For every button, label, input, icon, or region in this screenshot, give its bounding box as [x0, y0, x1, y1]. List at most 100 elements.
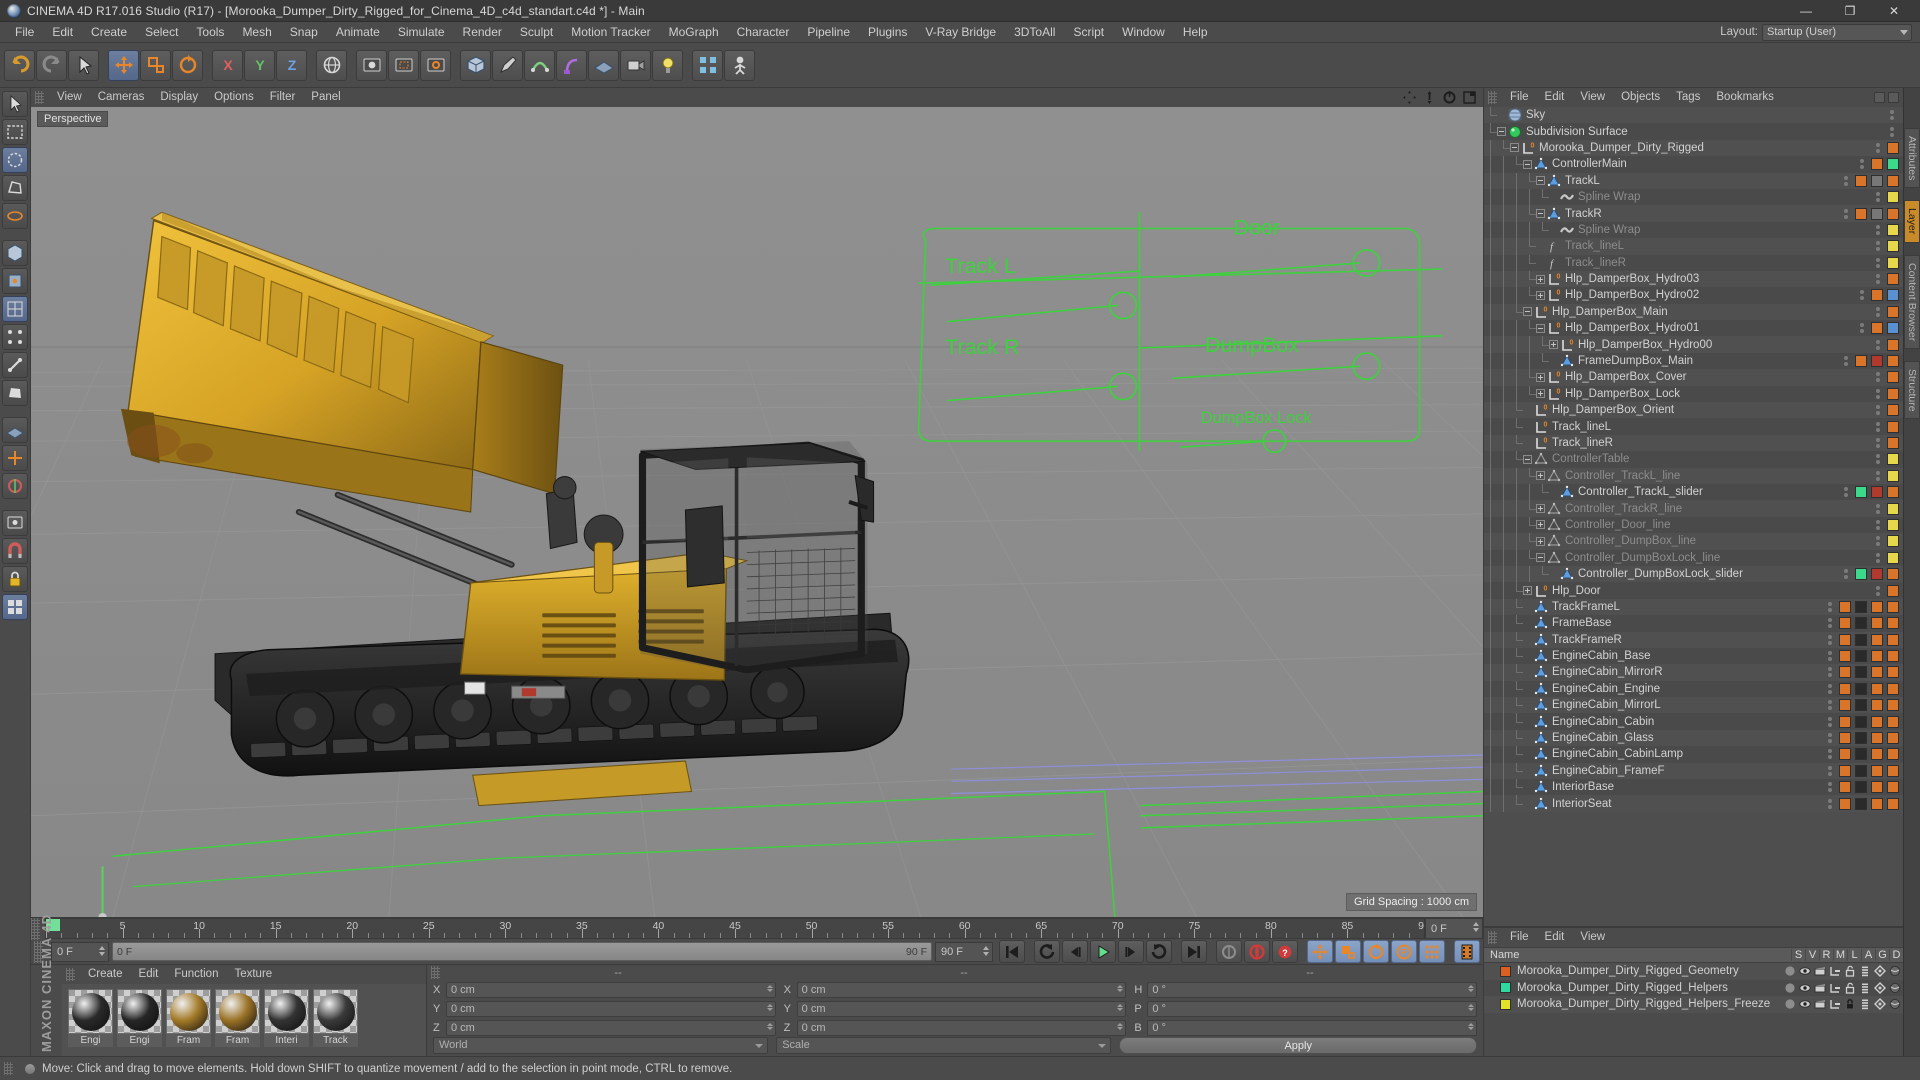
- layer-color-swatch[interactable]: [1500, 965, 1511, 977]
- record-active-button[interactable]: ?: [1272, 940, 1298, 963]
- tool-model-mode[interactable]: [2, 240, 28, 266]
- visibility-dots-icon[interactable]: [1828, 683, 1832, 694]
- collapse-icon[interactable]: [1523, 307, 1532, 317]
- object-row[interactable]: Controller_TrackL_slider: [1484, 483, 1903, 501]
- key-param-button[interactable]: P: [1391, 940, 1417, 963]
- object-row[interactable]: 0 Morooka_Dumper_Dirty_Rigged: [1484, 139, 1903, 157]
- object-row[interactable]: EngineCabin_Cabin: [1484, 713, 1903, 730]
- object-tag-icon[interactable]: [1855, 568, 1867, 581]
- y-axis-lock-button[interactable]: Y: [244, 49, 275, 81]
- object-tag-icon[interactable]: [1855, 600, 1867, 613]
- side-tab-structure[interactable]: Structure: [1904, 360, 1920, 420]
- visibility-dots-icon[interactable]: [1890, 126, 1894, 137]
- coord-system-dropdown[interactable]: World: [433, 1037, 769, 1054]
- deformer-icon[interactable]: [1889, 998, 1901, 1010]
- object-tag-icon[interactable]: [1887, 535, 1899, 548]
- spinner-icon[interactable]: [766, 984, 773, 992]
- material-preview[interactable]: [117, 989, 162, 1034]
- object-row[interactable]: Controller_TrackR_line: [1484, 500, 1903, 517]
- layer-row[interactable]: Morooka_Dumper_Dirty_Rigged_Helpers_Free…: [1484, 996, 1903, 1013]
- render-clapper-icon[interactable]: [1814, 998, 1826, 1010]
- object-row[interactable]: ControllerTable: [1484, 451, 1903, 468]
- viewport-menu-filter[interactable]: Filter: [262, 88, 304, 107]
- next-frame-button[interactable]: [1118, 940, 1144, 963]
- material-menu-edit[interactable]: Edit: [131, 965, 167, 984]
- layer-color-swatch[interactable]: [1500, 998, 1511, 1010]
- collapse-icon[interactable]: [1536, 553, 1545, 563]
- viewport-menu-display[interactable]: Display: [152, 88, 206, 107]
- visibility-dots-icon[interactable]: [1860, 323, 1864, 334]
- light-button[interactable]: [652, 49, 683, 81]
- layer-grip-icon[interactable]: [1488, 931, 1497, 944]
- menu-item-help[interactable]: Help: [1174, 22, 1217, 43]
- expand-icon[interactable]: [1536, 471, 1545, 481]
- object-name[interactable]: Hlp_DamperBox_Hydro02: [1565, 289, 1699, 301]
- object-row[interactable]: 0 Track_lineR: [1484, 434, 1903, 452]
- object-name[interactable]: Hlp_DamperBox_Main: [1552, 306, 1668, 318]
- object-name[interactable]: Hlp_Door: [1552, 585, 1601, 597]
- object-name[interactable]: Controller_DumpBoxLock_line: [1565, 552, 1720, 564]
- rotate-tool-button[interactable]: [172, 49, 203, 81]
- object-name[interactable]: TrackL: [1565, 175, 1600, 187]
- object-tag-icon[interactable]: [1871, 568, 1883, 581]
- move-tool-button[interactable]: [108, 49, 139, 81]
- object-tag-icon[interactable]: [1887, 322, 1899, 335]
- object-tag-icon[interactable]: [1887, 355, 1899, 368]
- object-tag-icon[interactable]: [1871, 797, 1883, 810]
- object-name[interactable]: Controller_TrackR_line: [1565, 503, 1682, 515]
- perspective-viewport[interactable]: Track L Track R Door DumpBox DumpBox Loc…: [31, 107, 1483, 917]
- object-tag-icon[interactable]: [1871, 748, 1883, 761]
- object-tag-icon[interactable]: [1839, 633, 1851, 646]
- start-frame-spinner-icon[interactable]: [99, 945, 105, 956]
- object-menu-bookmarks[interactable]: Bookmarks: [1708, 88, 1782, 107]
- material-swatch[interactable]: Track: [313, 989, 358, 1047]
- tool-layout-manager[interactable]: [2, 594, 28, 620]
- key-position-button[interactable]: [1307, 940, 1333, 963]
- object-tag-icon[interactable]: [1887, 748, 1899, 761]
- menu-item-render[interactable]: Render: [454, 22, 511, 43]
- visibility-dots-icon[interactable]: [1860, 159, 1864, 170]
- object-tag-icon[interactable]: [1887, 666, 1899, 679]
- layer-row[interactable]: Morooka_Dumper_Dirty_Rigged_Geometry: [1484, 963, 1903, 980]
- object-tag-icon[interactable]: [1887, 486, 1899, 499]
- material-swatch[interactable]: Interi: [264, 989, 309, 1047]
- position-y-input[interactable]: 0 cm: [446, 1000, 776, 1017]
- visibility-eye-icon[interactable]: [1799, 982, 1811, 994]
- deformer-icon[interactable]: [1889, 965, 1901, 977]
- object-tag-icon[interactable]: [1839, 797, 1851, 810]
- viewport-menu-view[interactable]: View: [49, 88, 90, 107]
- material-menu-texture[interactable]: Texture: [226, 965, 280, 984]
- object-tag-icon[interactable]: [1887, 453, 1899, 466]
- tool-box-select[interactable]: [2, 119, 28, 145]
- object-tag-icon[interactable]: [1855, 617, 1867, 630]
- object-name[interactable]: Track_lineR: [1552, 437, 1613, 449]
- visibility-dots-icon[interactable]: [1876, 142, 1880, 153]
- object-tree[interactable]: Sky Subdivision Surface 0 Morooka_Dumper_Di…: [1484, 107, 1903, 926]
- rotate-icon[interactable]: [1442, 90, 1457, 105]
- object-row[interactable]: InteriorBase: [1484, 779, 1903, 796]
- timeline-button[interactable]: [1454, 940, 1480, 963]
- spinner-icon[interactable]: [1468, 1022, 1475, 1030]
- object-row[interactable]: Controller_TrackL_line: [1484, 467, 1903, 484]
- key-pla-button[interactable]: [1419, 940, 1445, 963]
- visibility-dots-icon[interactable]: [1876, 438, 1880, 448]
- redo-button[interactable]: [36, 49, 67, 81]
- menu-item-snap[interactable]: Snap: [281, 22, 327, 43]
- object-name[interactable]: Hlp_DamperBox_Orient: [1552, 404, 1674, 416]
- object-tag-icon[interactable]: [1887, 174, 1899, 187]
- object-tag-icon[interactable]: [1839, 600, 1851, 613]
- object-tag-icon[interactable]: [1887, 469, 1899, 482]
- object-tag-icon[interactable]: [1871, 633, 1883, 646]
- object-tag-icon[interactable]: [1887, 502, 1899, 515]
- object-row[interactable]: EngineCabin_Base: [1484, 647, 1903, 665]
- object-tag-icon[interactable]: [1887, 781, 1899, 794]
- zoom-icon[interactable]: [1422, 90, 1437, 105]
- collapse-icon[interactable]: [1523, 159, 1532, 169]
- autokey-button[interactable]: [1216, 940, 1242, 963]
- collapse-icon[interactable]: [1536, 176, 1545, 186]
- undo-button[interactable]: [4, 49, 35, 81]
- object-name[interactable]: Spline Wrap: [1578, 191, 1640, 203]
- object-name[interactable]: ControllerTable: [1552, 453, 1629, 465]
- visibility-dots-icon[interactable]: [1876, 192, 1880, 203]
- object-name[interactable]: InteriorBase: [1552, 781, 1614, 793]
